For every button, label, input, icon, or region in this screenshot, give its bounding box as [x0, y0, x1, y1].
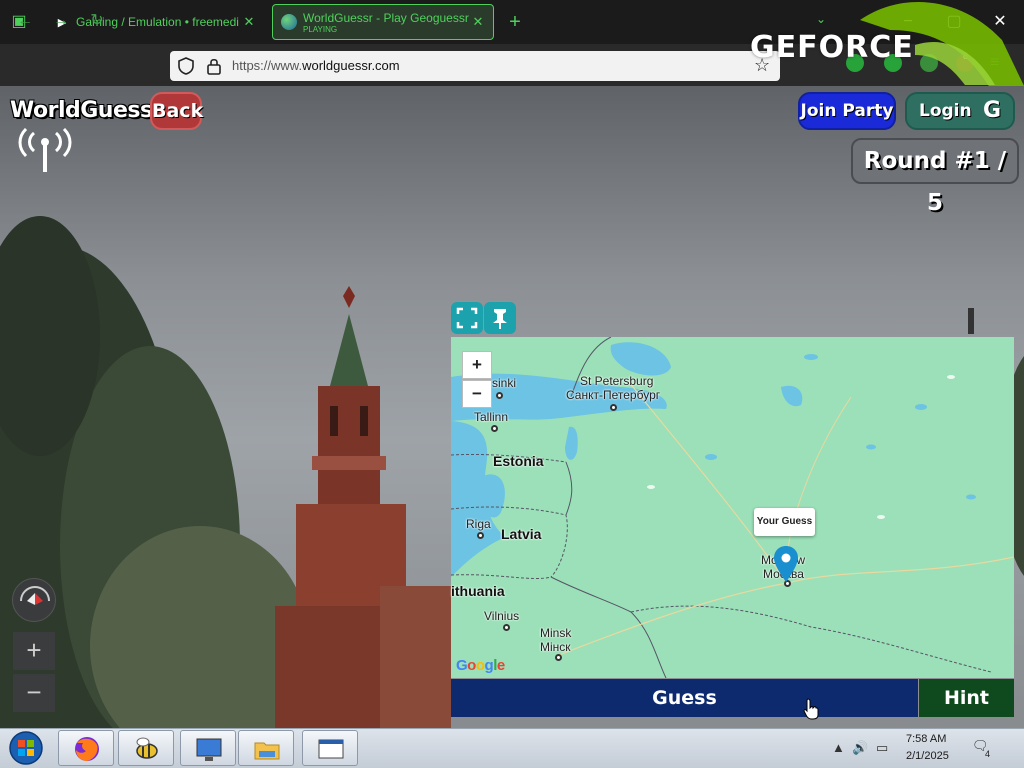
- google-icon: G: [982, 98, 1001, 123]
- globe-icon: [281, 14, 297, 30]
- maximize-button[interactable]: ▢: [942, 8, 966, 36]
- geforce-wordmark: GEFORCE: [750, 30, 914, 65]
- back-button[interactable]: Back: [150, 92, 203, 130]
- compass-icon[interactable]: [12, 578, 56, 622]
- guess-map[interactable]: [451, 337, 1014, 678]
- map-label-estonia: Estonia: [493, 453, 544, 469]
- clock-date[interactable]: 2/1/2025: [906, 750, 949, 762]
- back-arrow-icon[interactable]: ←: [14, 10, 36, 32]
- screen: ▣ ▶ Gaming / Emulation • freemedi ✕ Worl…: [0, 0, 1024, 768]
- tab-close-icon[interactable]: ✕: [242, 14, 256, 30]
- new-tab-button[interactable]: +: [504, 10, 526, 34]
- map-pin-icon[interactable]: [774, 546, 798, 582]
- monitor-icon: [196, 738, 222, 761]
- map-zoom-out-button[interactable]: −: [462, 380, 492, 408]
- map-label-vilnius: Vilnius: [484, 609, 520, 623]
- map-label-st-petersburg: St Petersburg: [580, 374, 654, 388]
- tab-close-icon[interactable]: ✕: [471, 14, 485, 30]
- close-button[interactable]: ✕: [988, 8, 1012, 36]
- network-icon[interactable]: ▭: [876, 740, 888, 756]
- chevron-down-icon[interactable]: ⌄: [816, 12, 826, 26]
- city-dot: [496, 392, 503, 399]
- compass-needle-icon: [20, 586, 50, 605]
- url-text[interactable]: https://www.worldguessr.com: [232, 58, 400, 73]
- taskbar-firefox[interactable]: [58, 730, 114, 766]
- url-prefix: https://www.: [232, 58, 303, 73]
- taskbar-file-explorer[interactable]: [238, 730, 294, 766]
- pin-icon[interactable]: [484, 302, 516, 334]
- extension-puzzle-icon[interactable]: [920, 54, 938, 72]
- taskbar-app-bee[interactable]: [118, 730, 174, 766]
- window-icon: [318, 739, 344, 759]
- url-host: worldguessr.com: [302, 58, 400, 73]
- google-letter: o: [467, 657, 476, 674]
- google-letter: g: [484, 657, 494, 674]
- signal-icon: [18, 128, 72, 172]
- taskbar-window[interactable]: [302, 730, 358, 766]
- bee-icon: [136, 737, 158, 759]
- login-button[interactable]: Login G: [905, 92, 1015, 130]
- map-label-st-petersburg-ru: Санкт-Петербург: [566, 388, 661, 402]
- google-letter: o: [475, 657, 485, 674]
- tab-title: WorldGuessr - Play Geoguessr: [303, 10, 469, 25]
- reload-icon[interactable]: ↻: [86, 10, 108, 32]
- hand-cursor-icon: [803, 698, 819, 720]
- notification-count: 4: [985, 749, 991, 759]
- map-label-minsk: Minsk: [540, 626, 572, 640]
- your-guess-tooltip: Your Guess: [754, 508, 815, 536]
- forward-arrow-icon[interactable]: →: [50, 10, 72, 32]
- tab-playing-status: PLAYING: [303, 24, 338, 34]
- city-dot: [477, 532, 484, 539]
- folder-icon: [254, 742, 280, 760]
- volume-icon[interactable]: 🔊: [852, 740, 868, 756]
- map-zoom-in-button[interactable]: +: [462, 351, 492, 379]
- start-button[interactable]: [6, 730, 46, 766]
- street-zoom-out-button[interactable]: −: [13, 674, 55, 712]
- google-letter: G: [456, 657, 468, 674]
- round-indicator: Round #1 / 5: [851, 138, 1019, 216]
- show-hidden-icons[interactable]: ▲: [832, 740, 845, 755]
- map-label-tallinn: Tallinn: [474, 410, 509, 424]
- google-logo: Google: [456, 657, 505, 674]
- city-dot: [610, 404, 617, 411]
- guess-button[interactable]: Guess: [451, 679, 918, 717]
- map-label-riga: Riga: [466, 517, 491, 531]
- expand-icon: [456, 307, 478, 329]
- map-label-lithuania: ithuania: [451, 583, 505, 599]
- clock-time[interactable]: 7:58 AM: [906, 733, 946, 745]
- firefox-icon: [75, 737, 99, 761]
- city-dot: [503, 624, 510, 631]
- google-letter: e: [496, 657, 505, 674]
- map-label-latvia: Latvia: [501, 526, 542, 542]
- map-label-minsk-ru: Мінск: [540, 640, 571, 654]
- menu-icon[interactable]: ≡: [990, 54, 999, 72]
- lock-icon[interactable]: [206, 56, 222, 76]
- tab-gaming-emulation[interactable]: ▶ Gaming / Emulation • freemedi ✕: [46, 4, 264, 40]
- map-label-helsinki: sinki: [492, 376, 517, 390]
- app-logo[interactable]: WorldGuessr: [10, 98, 163, 123]
- city-dot: [555, 654, 562, 661]
- taskbar-remote-desktop[interactable]: [180, 730, 236, 766]
- extension-badge: 8: [963, 51, 969, 61]
- hint-button[interactable]: Hint: [919, 679, 1014, 717]
- tab-worldguessr[interactable]: WorldGuessr - Play Geoguessr PLAYING ✕: [272, 4, 494, 40]
- fullscreen-icon[interactable]: [451, 302, 483, 334]
- login-label: Login: [919, 101, 972, 121]
- street-zoom-in-button[interactable]: +: [13, 632, 55, 670]
- shield-icon[interactable]: [176, 56, 196, 76]
- city-dot: [491, 425, 498, 432]
- map-terrain: [451, 337, 1014, 678]
- join-party-button[interactable]: Join Party: [798, 92, 896, 130]
- pushpin-icon: [493, 309, 507, 329]
